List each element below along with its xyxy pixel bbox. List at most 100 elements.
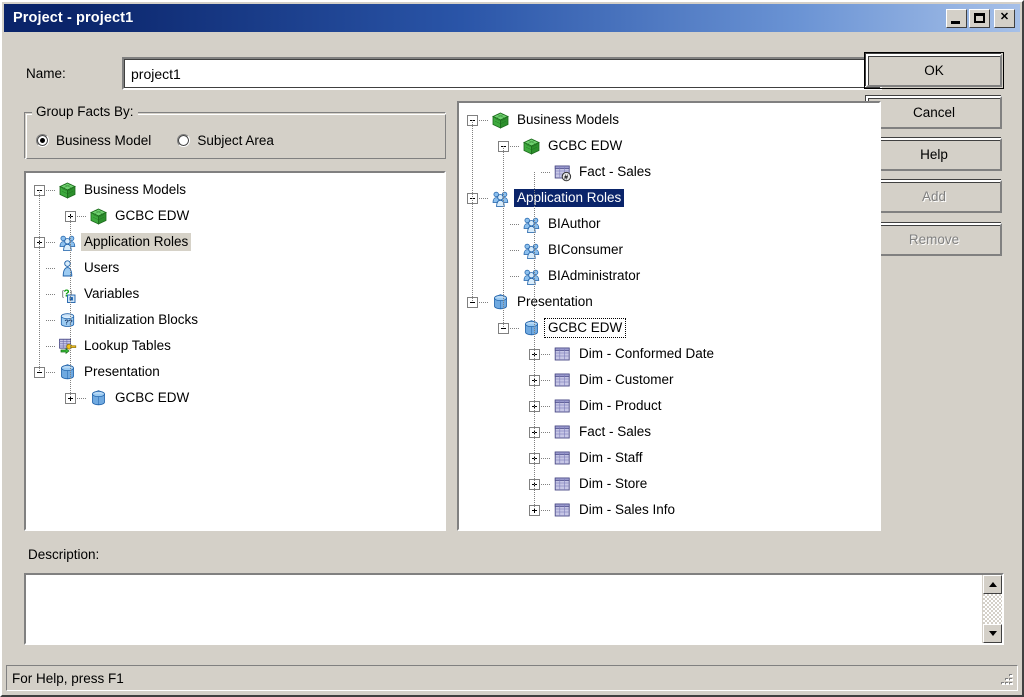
scroll-up-button[interactable] <box>983 575 1002 594</box>
group-facts-by-legend: Group Facts By: <box>32 104 138 119</box>
tree-node[interactable]: BIConsumer <box>459 237 879 263</box>
tree-node[interactable]: Dim - Customer <box>459 367 879 393</box>
tree-node[interactable]: BIAuthor <box>459 211 879 237</box>
tree-node[interactable]: Business Models <box>26 177 444 203</box>
tree-node[interactable]: # Fact - Sales <box>459 159 879 185</box>
tree-connector <box>541 405 551 407</box>
tree-node[interactable]: GCBC EDW <box>26 385 444 411</box>
minimize-button[interactable] <box>946 8 967 28</box>
tree-connector <box>46 189 56 191</box>
app-roles-icon <box>491 189 510 208</box>
scrollbar-track[interactable] <box>983 594 1002 624</box>
tree-connector <box>541 353 551 355</box>
tree-connector-line <box>472 120 473 302</box>
tree-connector <box>510 275 520 277</box>
tree-node-label: Variables <box>84 286 140 302</box>
add-button: Add <box>866 180 1002 213</box>
window-title: Project - project1 <box>13 10 134 26</box>
project-dialog-window: Project - project1 ✕ Name: OK Cancel Hel… <box>0 0 1024 697</box>
tree-connector <box>479 197 489 199</box>
tree-node-label: Dim - Staff <box>579 450 643 466</box>
status-text: For Help, press F1 <box>12 670 124 686</box>
name-input[interactable] <box>124 58 880 89</box>
app-roles-icon <box>522 215 541 234</box>
tree-connector <box>510 223 520 225</box>
tree-node[interactable]: Application Roles <box>459 185 879 211</box>
tree-connector <box>541 171 551 173</box>
name-label: Name: <box>26 66 66 81</box>
tree-connector <box>541 483 551 485</box>
tree-node[interactable]: Lookup Tables <box>26 333 444 359</box>
table-icon <box>553 501 572 520</box>
name-field-wrapper[interactable] <box>122 57 882 90</box>
maximize-icon <box>974 12 985 23</box>
tree-node[interactable]: GCBC EDW <box>26 203 444 229</box>
table-icon <box>553 371 572 390</box>
tree-connector-line <box>39 190 40 372</box>
tree-node[interactable]: Presentation <box>26 359 444 385</box>
close-button[interactable]: ✕ <box>994 8 1015 28</box>
maximize-button[interactable] <box>969 8 990 28</box>
tree-connector <box>77 397 87 399</box>
tree-connector <box>510 249 520 251</box>
tree-connector <box>46 345 56 347</box>
tree-node-label: Presentation <box>84 364 160 380</box>
radio-selected-icon <box>36 134 49 147</box>
help-button[interactable]: Help <box>866 138 1002 171</box>
green-cube-icon <box>89 207 108 226</box>
green-cube-icon <box>58 181 77 200</box>
tree-node[interactable]: Presentation <box>459 289 879 315</box>
tree-node[interactable]: Dim - Sales Info <box>459 497 879 523</box>
tree-connector <box>46 293 56 295</box>
tree-node[interactable]: Users <box>26 255 444 281</box>
tree-connector-line <box>503 146 504 328</box>
tree-node[interactable]: GCBC EDW <box>459 315 879 341</box>
tree-node-label: Business Models <box>84 182 187 198</box>
radio-subject-area[interactable]: Subject Area <box>177 133 274 148</box>
tree-connector <box>77 215 87 217</box>
tree-connector <box>46 267 56 269</box>
project-objects-tree[interactable]: Business Models GCBC EDW # Fact - Sales <box>457 101 881 531</box>
table-icon <box>553 397 572 416</box>
tree-node-label: Dim - Store <box>579 476 648 492</box>
tree-node[interactable]: BIAdministrator <box>459 263 879 289</box>
ok-button[interactable]: OK <box>864 52 1004 89</box>
tree-node-label: Dim - Sales Info <box>579 502 676 518</box>
tree-node-label: BIAdministrator <box>548 268 641 284</box>
tree-node[interactable]: Dim - Store <box>459 471 879 497</box>
tree-connector <box>541 379 551 381</box>
tree-node[interactable]: GCBC EDW <box>459 133 879 159</box>
description-label: Description: <box>28 547 100 562</box>
tree-connector <box>541 509 551 511</box>
app-roles-icon <box>522 241 541 260</box>
tree-connector-line <box>70 216 71 398</box>
description-textarea[interactable] <box>26 575 982 643</box>
fact-table-icon: # <box>553 163 572 182</box>
table-icon <box>553 345 572 364</box>
tree-node-label: Application Roles <box>514 189 625 207</box>
close-icon: ✕ <box>999 11 1010 23</box>
tree-node[interactable]: Fact - Sales <box>459 419 879 445</box>
tree-node-label: Fact - Sales <box>579 164 652 180</box>
tree-node-label: Presentation <box>517 294 593 310</box>
available-objects-tree[interactable]: Business Models GCBC EDW Application Rol… <box>24 171 446 531</box>
tree-node-label: GCBC EDW <box>115 390 190 406</box>
tree-node[interactable]: Dim - Staff <box>459 445 879 471</box>
tree-connector <box>479 301 489 303</box>
blue-cube-icon <box>522 319 541 338</box>
scroll-down-button[interactable] <box>983 624 1002 643</box>
tree-node[interactable]: Dim - Conformed Date <box>459 341 879 367</box>
tree-connector <box>479 119 489 121</box>
tree-node-label: Dim - Product <box>579 398 662 414</box>
description-field-wrapper[interactable] <box>24 573 1004 645</box>
tree-connector <box>46 371 56 373</box>
radio-business-model[interactable]: Business Model <box>36 133 151 148</box>
tree-node[interactable]: ? ? Initialization Blocks <box>26 307 444 333</box>
description-scrollbar[interactable] <box>982 575 1002 643</box>
tree-node[interactable]: Dim - Product <box>459 393 879 419</box>
cancel-button[interactable]: Cancel <box>866 96 1002 129</box>
tree-node[interactable]: Application Roles <box>26 229 444 255</box>
tree-node[interactable]: Business Models <box>459 107 879 133</box>
tree-node[interactable]: [ ] ? Variables <box>26 281 444 307</box>
resize-grip-icon[interactable] <box>1000 670 1016 686</box>
